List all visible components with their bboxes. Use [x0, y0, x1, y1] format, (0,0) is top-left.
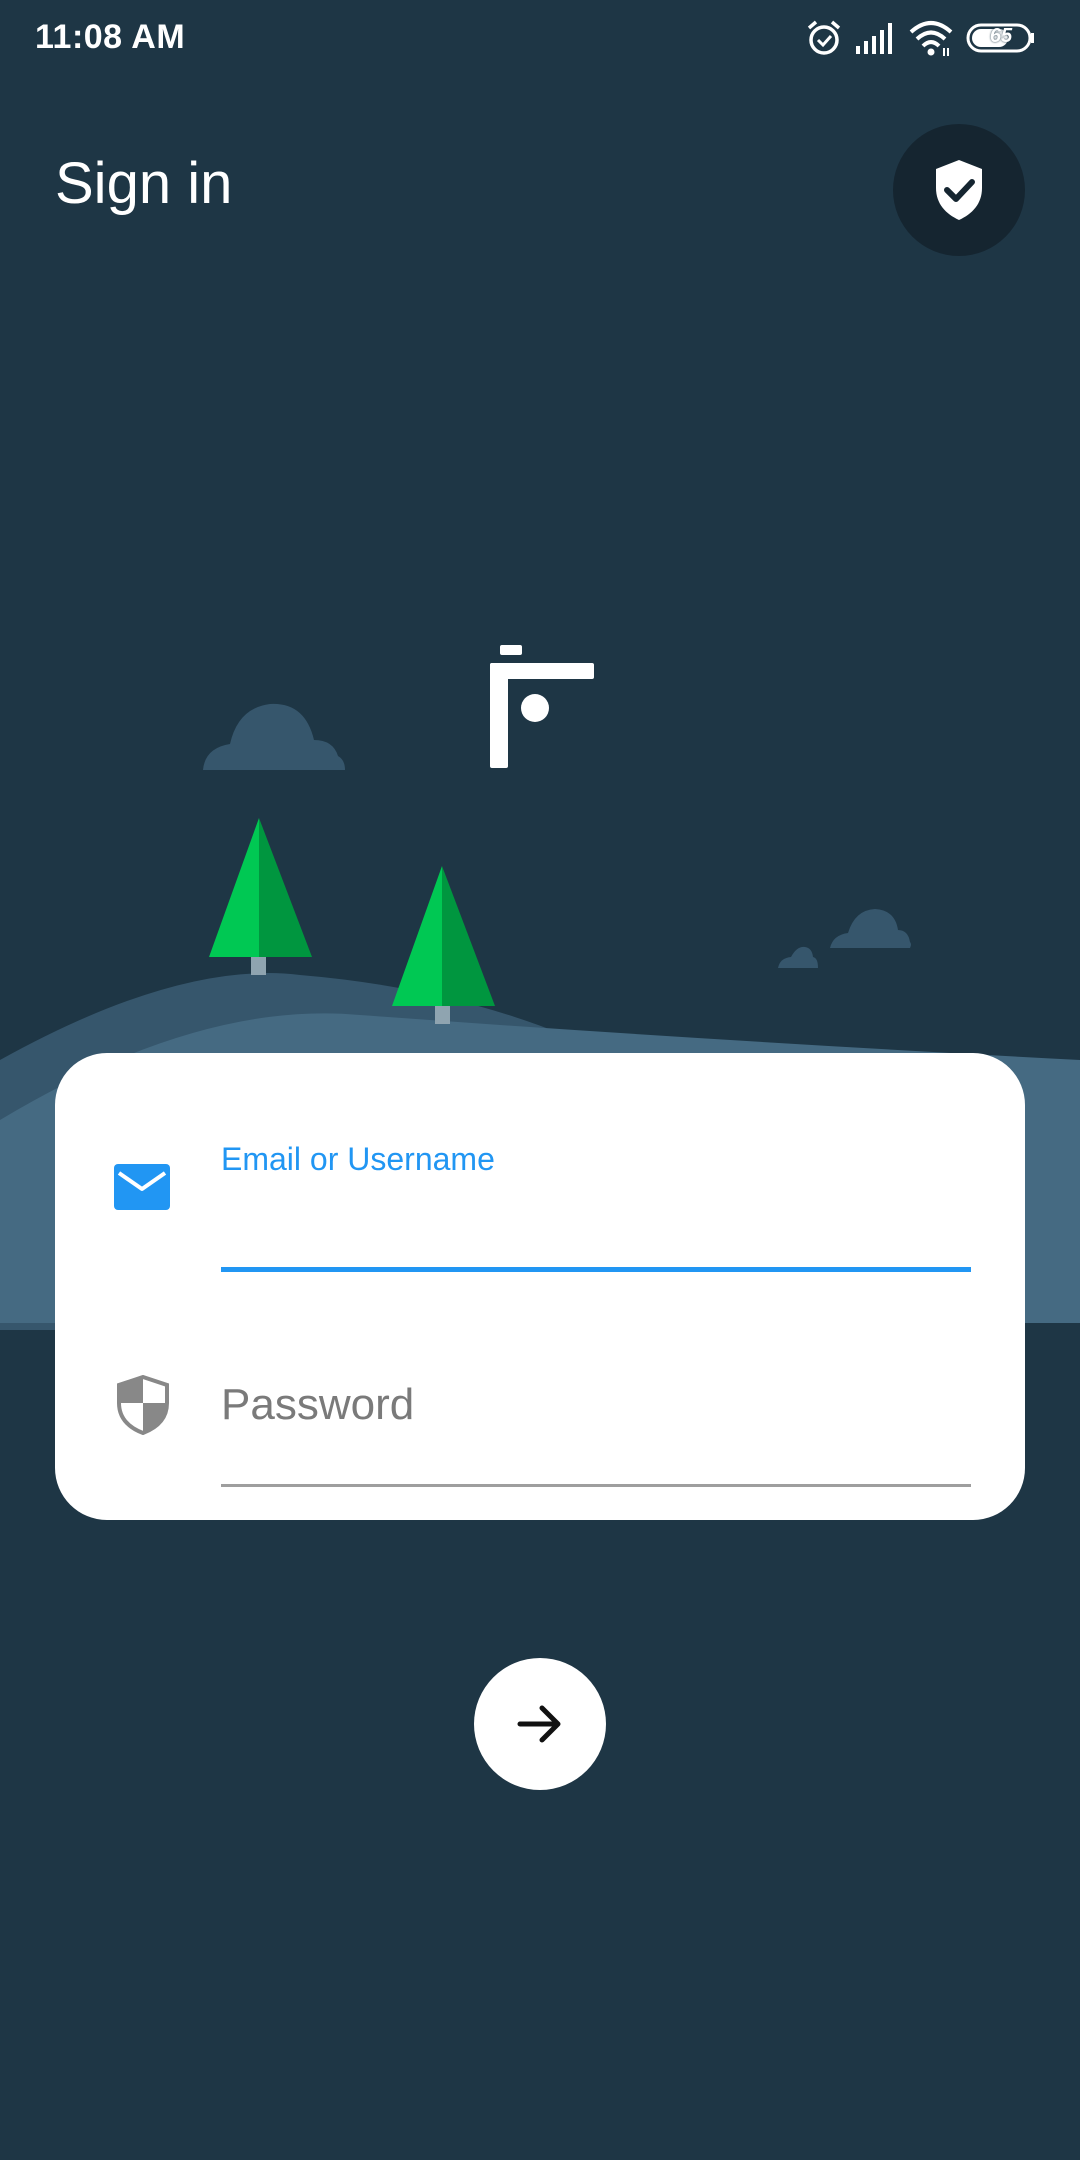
email-field[interactable]: Email or Username: [55, 1053, 1025, 1273]
app-logo: [490, 645, 594, 768]
email-icon: [114, 1164, 170, 1210]
login-card: Email or Username: [55, 1053, 1025, 1520]
password-underline: [221, 1484, 971, 1487]
arrow-right-icon: [517, 1705, 561, 1743]
cloud-small-right: [830, 909, 911, 948]
password-field[interactable]: [55, 1283, 1025, 1487]
email-label: Email or Username: [221, 1141, 495, 1177]
tree-right: [392, 866, 495, 1024]
shield-icon: [117, 1375, 169, 1435]
cloud-tiny: [778, 946, 818, 968]
password-input[interactable]: [221, 1373, 971, 1437]
cloud-large: [203, 703, 345, 770]
email-underline: [221, 1267, 971, 1272]
sign-in-submit-button[interactable]: [474, 1658, 606, 1790]
email-input[interactable]: [221, 1189, 971, 1249]
tree-left: [209, 818, 312, 975]
